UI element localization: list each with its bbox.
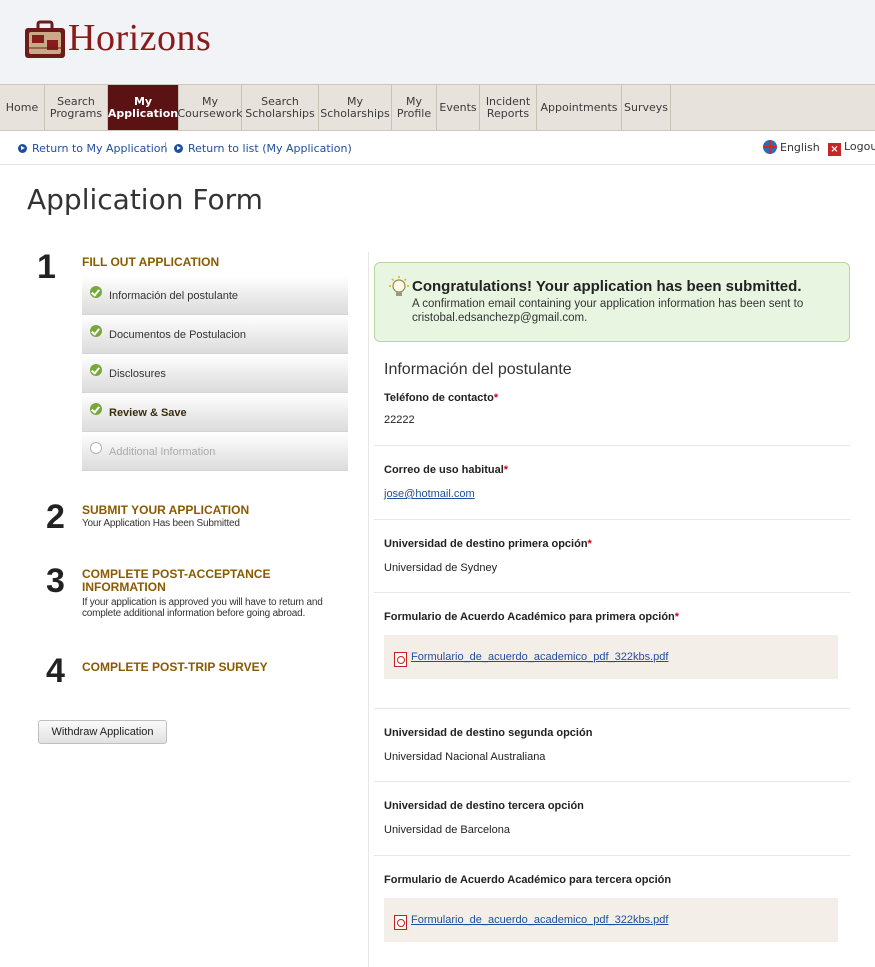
substep-disclosures[interactable]: Disclosures <box>82 354 348 393</box>
nav-events[interactable]: Events <box>437 85 480 130</box>
nav-my-profile[interactable]: My Profile <box>392 85 437 130</box>
field-label: Teléfono de contacto* <box>384 392 499 404</box>
substep-label: Additional Information <box>109 446 216 458</box>
field-value: Universidad de Sydney <box>384 562 498 574</box>
file-attachment: Formulario_de_acuerdo_academico_pdf_322k… <box>384 898 838 942</box>
field-correo: Correo de uso habitual* jose@hotmail.com <box>374 464 850 520</box>
step-3-description: If your application is approved you will… <box>82 597 323 619</box>
step-3-title: COMPLETE POST-ACCEPTANCE INFORMATION <box>82 567 271 594</box>
return-to-application-link[interactable]: Return to My Application <box>18 142 168 155</box>
substep-documentos[interactable]: Documentos de Postulacion <box>82 315 348 354</box>
logout-label: Logou <box>844 140 875 153</box>
withdraw-application-button[interactable]: Withdraw Application <box>38 720 167 744</box>
success-message: Congratulations! Your application has be… <box>374 262 850 342</box>
check-icon <box>90 286 102 298</box>
brand-name: Horizons <box>68 17 212 59</box>
page-title: Application Form <box>27 183 263 216</box>
substep-review-save[interactable]: Review & Save <box>82 393 348 432</box>
field-label: Universidad de destino segunda opción <box>384 727 593 739</box>
substep-label: Disclosures <box>109 368 166 380</box>
field-formulario-primera: Formulario de Acuerdo Académico para pri… <box>374 611 850 709</box>
check-icon <box>90 403 102 415</box>
step-4-title: COMPLETE POST-TRIP SURVEY <box>82 660 268 674</box>
check-icon <box>90 325 102 337</box>
nav-my-coursework[interactable]: My Coursework <box>177 85 243 130</box>
logout-link[interactable]: × Logou <box>828 140 875 156</box>
step-2-description: Your Application Has been Submitted <box>82 518 240 529</box>
arrow-circle-icon <box>174 144 183 153</box>
empty-circle-icon <box>90 442 102 454</box>
flag-globe-icon <box>763 140 777 154</box>
language-selector[interactable]: English <box>763 140 820 154</box>
required-marker: * <box>493 392 499 404</box>
site-header: Horizons <box>0 0 875 84</box>
field-universidad-tercera: Universidad de destino tercera opción Un… <box>374 800 850 856</box>
field-label: Formulario de Acuerdo Académico para ter… <box>384 874 672 886</box>
field-value: 22222 <box>384 414 415 426</box>
nav-home[interactable]: Home <box>0 85 45 130</box>
nav-surveys[interactable]: Surveys <box>622 85 671 130</box>
pdf-icon <box>394 915 407 930</box>
link-separator: | <box>164 141 167 153</box>
arrow-circle-icon <box>18 144 27 153</box>
check-icon <box>90 364 102 376</box>
application-substeps: Información del postulante Documentos de… <box>82 276 348 471</box>
success-title: Congratulations! Your application has be… <box>412 278 802 295</box>
file-link[interactable]: Formulario_de_acuerdo_academico_pdf_322k… <box>411 914 668 926</box>
success-body: A confirmation email containing your app… <box>412 298 804 324</box>
nav-incident-reports[interactable]: Incident Reports <box>480 85 537 130</box>
field-label: Formulario de Acuerdo Académico para pri… <box>384 611 680 623</box>
nav-search-programs[interactable]: Search Programs <box>45 85 108 130</box>
nav-appointments[interactable]: Appointments <box>537 85 622 130</box>
field-label: Universidad de destino tercera opción <box>384 800 584 812</box>
step-1-title: FILL OUT APPLICATION <box>82 255 220 269</box>
substep-informacion[interactable]: Información del postulante <box>82 276 348 315</box>
step-2-title: SUBMIT YOUR APPLICATION <box>82 503 250 517</box>
required-marker: * <box>674 611 680 623</box>
field-value: Universidad Nacional Australiana <box>384 751 546 763</box>
section-title: Información del postulante <box>384 361 572 378</box>
step-4-number: 4 <box>46 652 65 690</box>
pdf-icon <box>394 652 407 667</box>
file-attachment: Formulario_de_acuerdo_academico_pdf_322k… <box>384 635 838 679</box>
substep-label: Review & Save <box>109 407 187 419</box>
field-telefono: Teléfono de contacto* 22222 <box>374 392 850 446</box>
nav-my-scholarships[interactable]: My Scholarships <box>319 85 392 130</box>
return-to-list-label: Return to list (My Application) <box>188 142 352 155</box>
logout-icon: × <box>828 143 841 156</box>
email-link[interactable]: jose@hotmail.com <box>384 488 475 500</box>
field-label: Universidad de destino primera opción* <box>384 538 592 550</box>
step-2-number: 2 <box>46 498 65 536</box>
required-marker: * <box>503 464 509 476</box>
language-label: English <box>780 141 820 154</box>
return-to-list-link[interactable]: Return to list (My Application) <box>174 142 352 155</box>
lightbulb-icon <box>389 276 409 296</box>
main-nav: Home Search Programs My Application My C… <box>0 84 875 131</box>
return-to-application-label: Return to My Application <box>32 142 168 155</box>
step-1-number: 1 <box>37 248 56 286</box>
field-label: Correo de uso habitual* <box>384 464 509 476</box>
logo-suitcase-icon <box>25 20 65 58</box>
field-universidad-segunda: Universidad de destino segunda opción Un… <box>374 727 850 782</box>
sub-navigation-bar: Return to My Application | Return to lis… <box>0 130 875 165</box>
step-3-number: 3 <box>46 562 65 600</box>
required-marker: * <box>587 538 592 550</box>
substep-label: Información del postulante <box>109 290 239 302</box>
substep-label: Documentos de Postulacion <box>109 329 246 341</box>
nav-my-application[interactable]: My Application <box>108 85 179 130</box>
field-formulario-tercera: Formulario de Acuerdo Académico para ter… <box>374 874 850 964</box>
field-universidad-primera: Universidad de destino primera opción* U… <box>374 538 850 593</box>
file-link[interactable]: Formulario_de_acuerdo_academico_pdf_322k… <box>411 651 668 663</box>
column-divider <box>368 252 369 967</box>
substep-additional-information: Additional Information <box>82 432 348 471</box>
nav-search-scholarships[interactable]: Search Scholarships <box>242 85 319 130</box>
field-value: Universidad de Barcelona <box>384 824 510 836</box>
